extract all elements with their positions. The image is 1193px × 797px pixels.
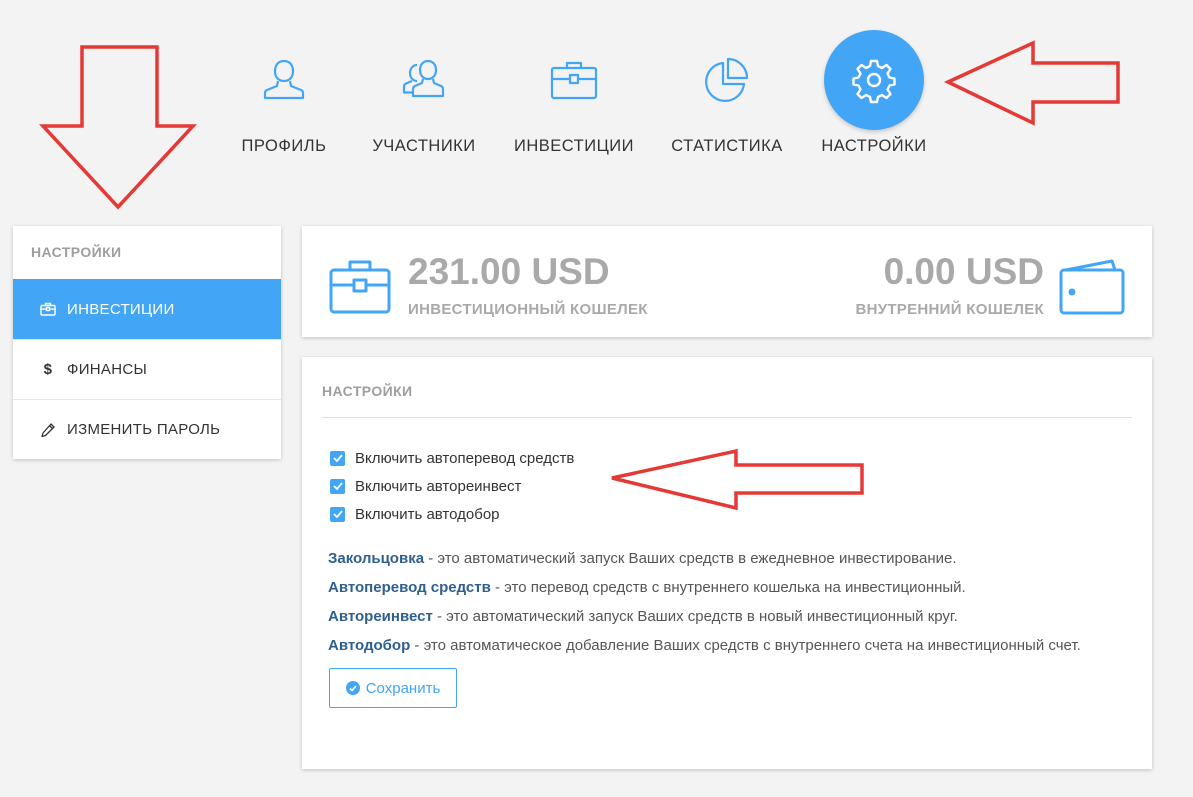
panel-title: НАСТРОЙКИ [322,357,1132,418]
settings-options: Включить автоперевод средств Включить ав… [330,444,1132,528]
nav-item-profile[interactable]: ПРОФИЛЬ [214,30,354,156]
briefcase-icon [328,256,392,321]
investment-wallet-label: ИНВЕСТИЦИОННЫЙ КОШЕЛЕК [408,301,648,318]
definition-text: - это автоматический запуск Ваших средст… [432,608,958,625]
investment-wallet: 231.00 USD ИНВЕСТИЦИОННЫЙ КОШЕЛЕК [408,251,648,319]
pie-chart-icon [677,30,777,130]
sidebar-item-finances[interactable]: $ ФИНАНСЫ [13,339,281,399]
nav-label: СТАТИСТИКА [671,137,783,155]
sidebar-item-label: ИЗМЕНИТЬ ПАРОЛЬ [67,421,221,438]
autotransfer-checkbox[interactable] [330,450,345,466]
sidebar-item-investments[interactable]: ИНВЕСТИЦИИ [13,279,281,339]
option-autotransfer: Включить автоперевод средств [330,444,1132,472]
internal-wallet-label: ВНУТРЕННИЙ КОШЕЛЕК [855,301,1044,318]
definition-term: Закольцовка [328,550,425,567]
sidebar: НАСТРОЙКИ ИНВЕСТИЦИИ $ ФИНАНСЫ ИЗМЕНИТЬ … [13,226,281,459]
sidebar-item-label: ИНВЕСТИЦИИ [67,300,175,318]
nav-item-settings[interactable]: НАСТРОЙКИ [804,30,944,156]
internal-wallet-amount: 0.00 USD [883,251,1044,292]
top-navigation: ПРОФИЛЬ УЧАСТНИКИ ИНВЕСТИЦИИ СТАТИСТИКА … [0,0,1193,190]
sidebar-item-change-password[interactable]: ИЗМЕНИТЬ ПАРОЛЬ [13,399,281,459]
nav-label: ПРОФИЛЬ [241,137,327,155]
option-autoreinvest: Включить автореинвест [330,472,1132,500]
option-label: Включить автоперевод средств [355,449,575,467]
save-button-label: Сохранить [365,679,441,697]
definitions: Закольцовка - это автоматический запуск … [328,550,1132,666]
users-icon [374,30,474,130]
definition-term: Автореинвест [328,608,433,625]
autoreinvest-checkbox[interactable] [330,478,345,494]
definition-row: Автоперевод средств - это перевод средст… [328,579,1132,608]
definition-text: - это перевод средств с внутреннего коше… [490,579,966,596]
dollar-icon: $ [43,361,53,378]
investment-wallet-amount: 231.00 USD [408,251,610,292]
settings-panel: НАСТРОЙКИ Включить автоперевод средств В… [302,357,1152,769]
briefcase-icon [524,30,624,130]
definition-text: - это автоматический запуск Ваших средст… [424,550,957,567]
gear-icon [824,30,924,130]
nav-label: ИНВЕСТИЦИИ [513,137,635,155]
save-button[interactable]: Сохранить [329,668,457,708]
nav-label: УЧАСТНИКИ [372,137,476,155]
internal-wallet: 0.00 USD ВНУТРЕННИЙ КОШЕЛЕК [855,251,1044,319]
definition-text: - это автоматическое добавление Ваших ср… [410,637,1081,654]
option-label: Включить автодобор [355,505,500,523]
nav-item-investments[interactable]: ИНВЕСТИЦИИ [504,30,644,156]
nav-item-participants[interactable]: УЧАСТНИКИ [354,30,494,156]
definition-row: Автодобор - это автоматическое добавлени… [328,637,1132,666]
nav-label: НАСТРОЙКИ [821,137,927,155]
balance-card: 231.00 USD ИНВЕСТИЦИОННЫЙ КОШЕЛЕК 0.00 U… [302,226,1152,337]
autofill-checkbox[interactable] [330,506,345,522]
definition-row: Закольцовка - это автоматический запуск … [328,550,1132,579]
option-label: Включить автореинвест [355,477,522,495]
definition-row: Автореинвест - это автоматический запуск… [328,608,1132,637]
nav-item-statistics[interactable]: СТАТИСТИКА [657,30,797,156]
sidebar-title: НАСТРОЙКИ [31,244,122,260]
definition-term: Автодобор [328,637,411,654]
check-circle-icon [345,681,360,695]
user-icon [234,30,334,130]
sidebar-item-label: ФИНАНСЫ [67,361,148,378]
definition-term: Автоперевод средств [328,579,491,596]
briefcase-icon [37,302,59,316]
wallet-icon [1058,258,1126,321]
pencil-icon [37,422,59,438]
option-autofill: Включить автодобор [330,500,1132,528]
